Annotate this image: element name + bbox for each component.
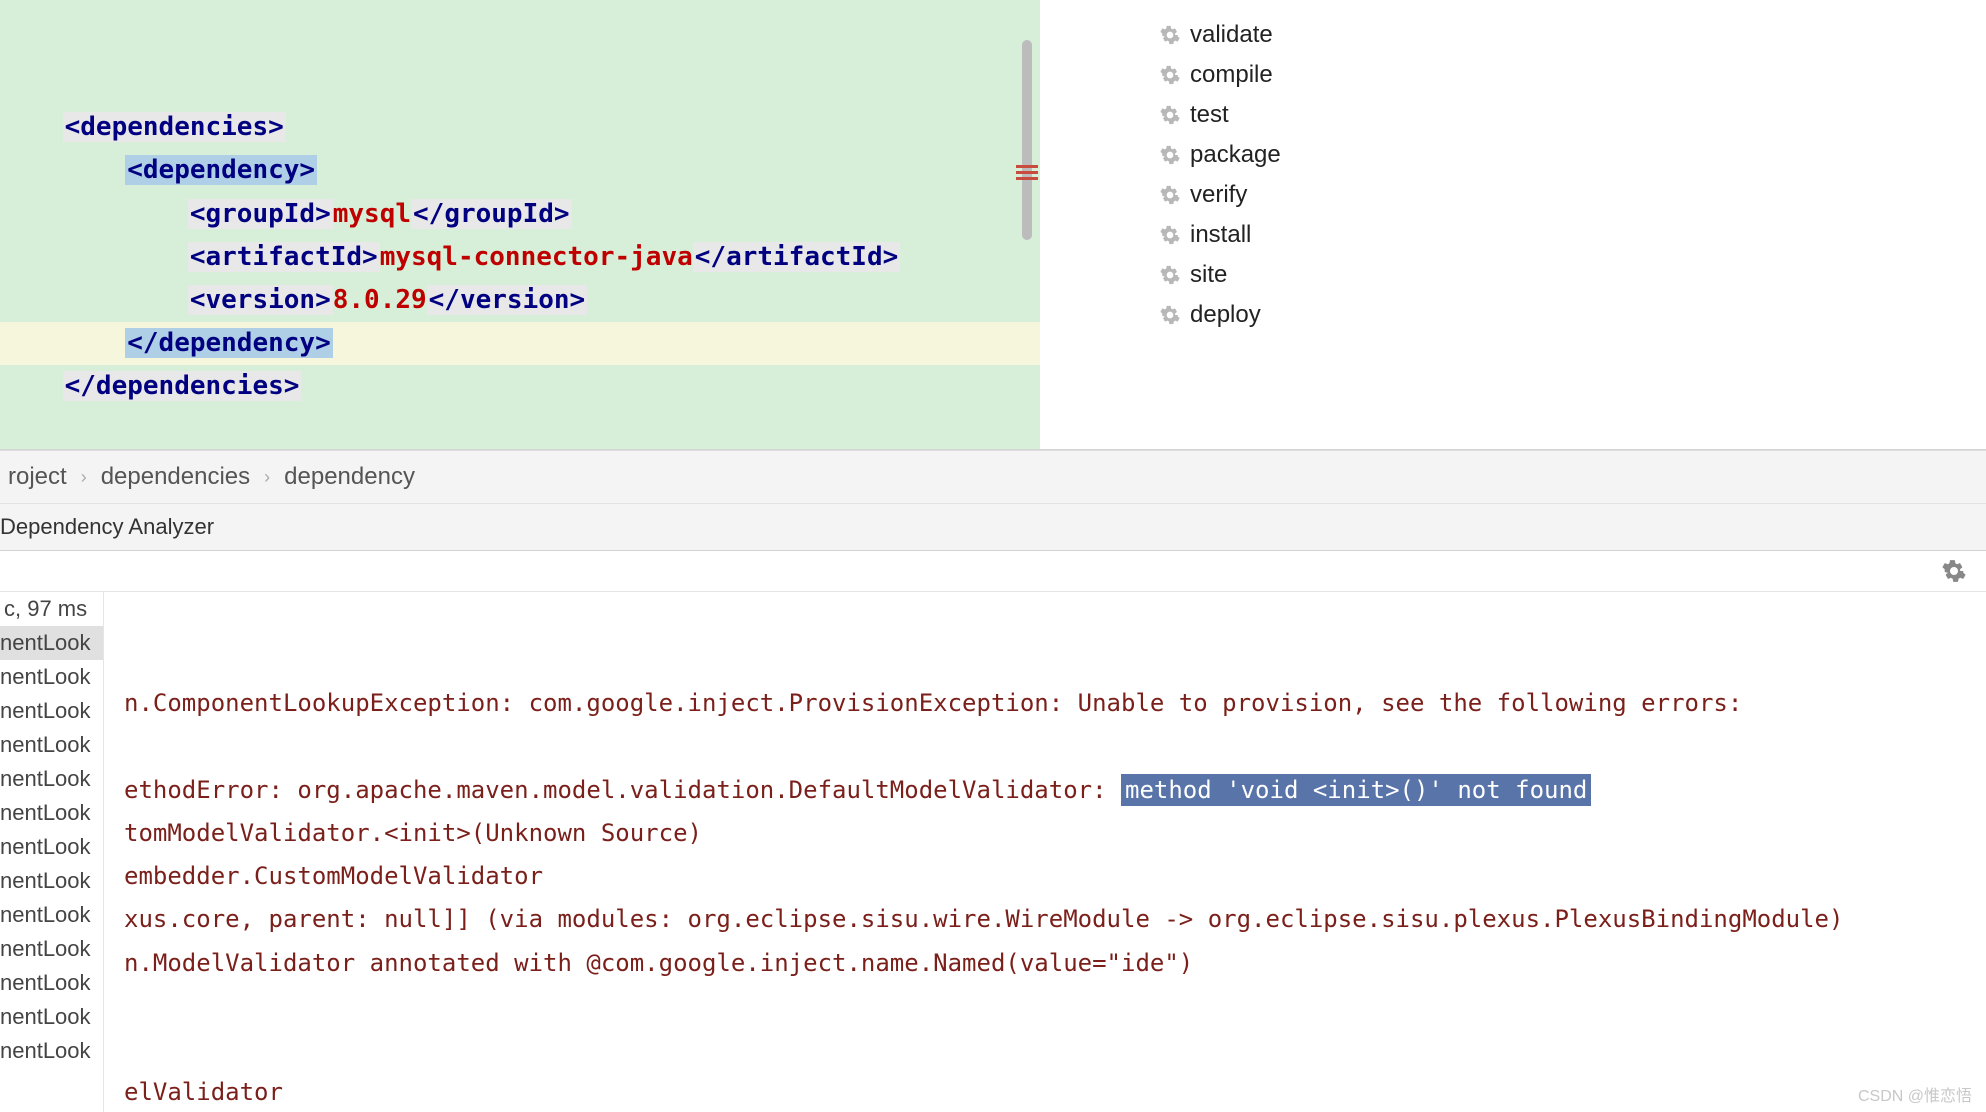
maven-lifecycle-panel: validate compile test package verify install s…: [1040, 0, 1986, 449]
console-line[interactable]: [124, 726, 1976, 769]
chevron-right-icon: ›: [81, 467, 87, 488]
lifecycle-item-package[interactable]: package: [1160, 135, 1986, 175]
lifecycle-item-site[interactable]: site: [1160, 255, 1986, 295]
editor-error-marker: [1016, 165, 1038, 183]
console-line[interactable]: [124, 1028, 1976, 1071]
gear-icon: [1160, 65, 1180, 85]
gear-icon: [1160, 305, 1180, 325]
test-results-tree[interactable]: c, 97 ms nentLooknentLooknentLooknentLoo…: [0, 592, 104, 1112]
tab-dependency-analyzer[interactable]: Dependency Analyzer: [0, 503, 1986, 551]
lifecycle-label: deploy: [1190, 301, 1261, 329]
gear-icon[interactable]: [1942, 559, 1966, 583]
console-line[interactable]: ethodError: org.apache.maven.model.valid…: [124, 769, 1976, 812]
code-line[interactable]: <dependency>: [0, 149, 1040, 192]
gear-icon: [1160, 105, 1180, 125]
result-item[interactable]: nentLook: [0, 864, 103, 898]
tab-label: Dependency Analyzer: [0, 514, 214, 539]
code-line[interactable]: <groupId>mysql</groupId>: [0, 193, 1040, 236]
gear-icon: [1160, 145, 1180, 165]
console-line[interactable]: n.ModelValidator annotated with @com.goo…: [124, 942, 1976, 985]
chevron-right-icon: ›: [264, 467, 270, 488]
code-line[interactable]: <version>8.0.29</version>: [0, 279, 1040, 322]
breadcrumb-item[interactable]: dependencies: [101, 463, 250, 491]
lifecycle-item-verify[interactable]: verify: [1160, 175, 1986, 215]
lifecycle-label: compile: [1190, 61, 1273, 89]
console-line[interactable]: embedder.CustomModelValidator: [124, 855, 1976, 898]
code-line[interactable]: </dependency>: [0, 322, 1040, 365]
console-toolbar: [0, 551, 1986, 592]
result-item[interactable]: nentLook: [0, 898, 103, 932]
breadcrumb[interactable]: roject › dependencies › dependency: [0, 450, 1986, 503]
gear-icon: [1160, 25, 1180, 45]
editor-scrollbar[interactable]: [1022, 40, 1032, 240]
console-line[interactable]: xus.core, parent: null]] (via modules: o…: [124, 898, 1976, 941]
lifecycle-item-deploy[interactable]: deploy: [1160, 295, 1986, 335]
run-duration: c, 97 ms: [0, 592, 103, 626]
code-line[interactable]: <artifactId>mysql-connector-java</artifa…: [0, 236, 1040, 279]
gear-icon: [1160, 225, 1180, 245]
result-item[interactable]: nentLook: [0, 762, 103, 796]
lifecycle-label: package: [1190, 141, 1281, 169]
result-item[interactable]: nentLook: [0, 796, 103, 830]
result-item[interactable]: nentLook: [0, 1000, 103, 1034]
lifecycle-item-validate[interactable]: validate: [1160, 15, 1986, 55]
result-item[interactable]: nentLook: [0, 966, 103, 1000]
result-item[interactable]: nentLook: [0, 830, 103, 864]
code-editor[interactable]: <dependencies> <dependency> <groupId>mys…: [0, 0, 1040, 449]
lifecycle-label: site: [1190, 261, 1227, 289]
lifecycle-label: test: [1190, 101, 1229, 129]
result-item[interactable]: nentLook: [0, 660, 103, 694]
lifecycle-item-compile[interactable]: compile: [1160, 55, 1986, 95]
result-item[interactable]: nentLook: [0, 932, 103, 966]
lifecycle-label: verify: [1190, 181, 1247, 209]
result-item[interactable]: nentLook: [0, 694, 103, 728]
gear-icon: [1160, 185, 1180, 205]
console-line[interactable]: tomModelValidator.<init>(Unknown Source): [124, 812, 1976, 855]
breadcrumb-item[interactable]: roject: [8, 463, 67, 491]
gear-icon: [1160, 265, 1180, 285]
watermark: CSDN @惟恋悟: [1858, 1082, 1972, 1106]
result-item[interactable]: nentLook: [0, 626, 103, 660]
lifecycle-item-test[interactable]: test: [1160, 95, 1986, 135]
lifecycle-item-install[interactable]: install: [1160, 215, 1986, 255]
console-line[interactable]: elValidator: [124, 1071, 1976, 1112]
console-output[interactable]: n.ComponentLookupException: com.google.i…: [104, 592, 1986, 1112]
breadcrumb-item[interactable]: dependency: [284, 463, 415, 491]
code-line[interactable]: </dependencies>: [0, 365, 1040, 408]
selected-text: method 'void <init>()' not found: [1121, 774, 1591, 806]
result-item[interactable]: nentLook: [0, 1034, 103, 1068]
lifecycle-label: install: [1190, 221, 1251, 249]
result-item[interactable]: nentLook: [0, 728, 103, 762]
console-line[interactable]: [124, 985, 1976, 1028]
code-line[interactable]: <dependencies>: [0, 106, 1040, 149]
console-line[interactable]: n.ComponentLookupException: com.google.i…: [124, 682, 1976, 725]
lifecycle-label: validate: [1190, 21, 1273, 49]
